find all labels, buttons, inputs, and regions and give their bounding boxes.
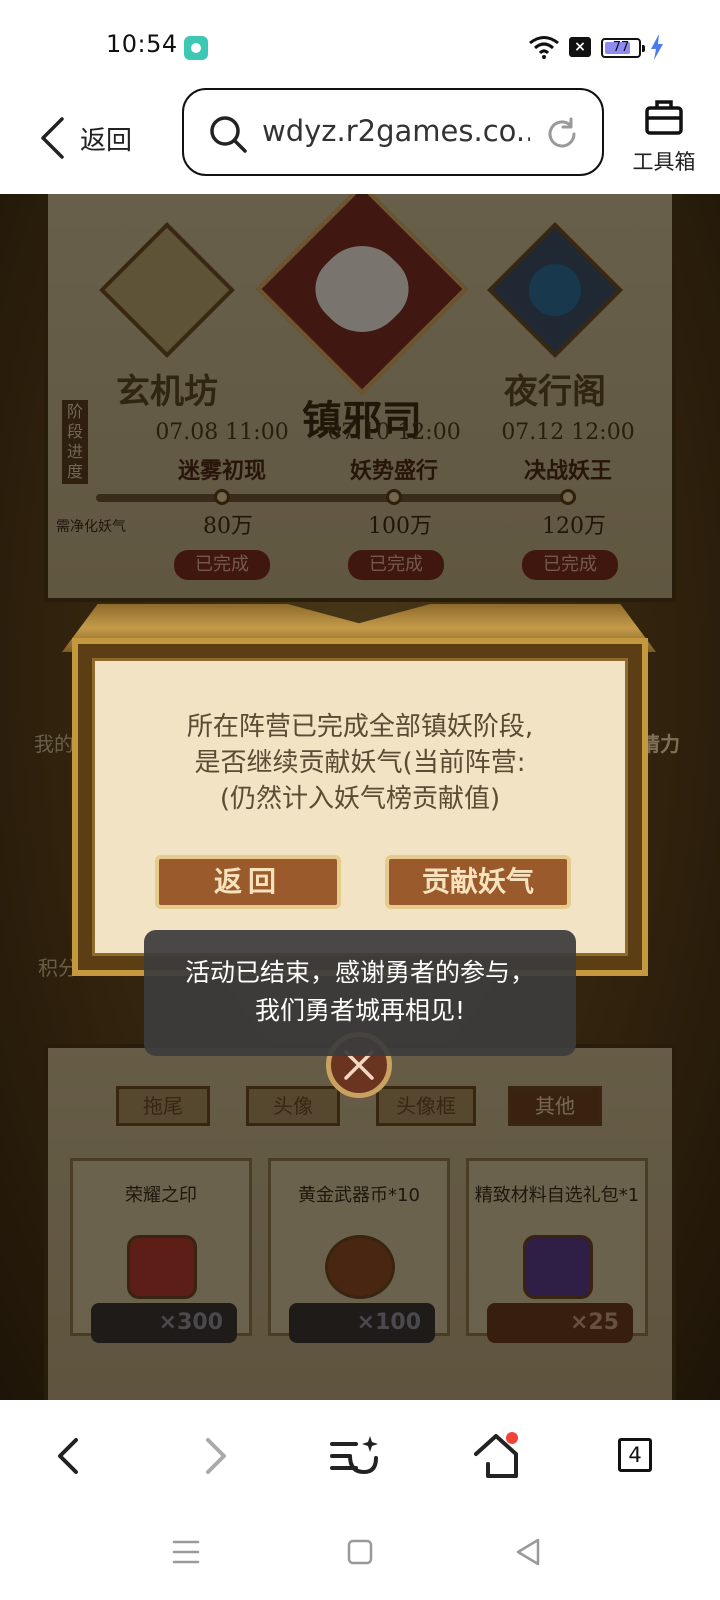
- menu-sparkle-icon: [330, 1436, 378, 1475]
- system-nav-bar: [0, 1512, 720, 1600]
- nav-tabs-button[interactable]: 4: [608, 1428, 664, 1484]
- back-arrow-icon: [58, 1438, 78, 1474]
- notification-dot: [506, 1432, 518, 1444]
- status-bar: 10:54 × 77: [0, 0, 720, 90]
- wifi-icon: [529, 36, 559, 59]
- toolbox-button[interactable]: 工具箱: [624, 98, 704, 176]
- dialog-body: 所在阵营已完成全部镇妖阶段, 是否继续贡献妖气(当前阵营: (仍然计入妖气榜贡献…: [92, 658, 628, 956]
- toolbox-icon: [645, 100, 683, 135]
- dialog-line: 是否继续贡献妖气(当前阵营:: [194, 748, 526, 778]
- battery-icon: 77: [601, 38, 645, 58]
- reload-icon[interactable]: [544, 116, 580, 152]
- app-notification-icon: [184, 36, 208, 60]
- battery-level: 77: [612, 40, 630, 55]
- x-notification-icon: ×: [569, 37, 591, 57]
- back-triangle-icon: [516, 1538, 540, 1566]
- game-viewport: 玄机坊 镇邪司 夜行阁 阶段进度 需净化妖气 07.08 11:00 迷雾初现 …: [0, 194, 720, 1400]
- browser-bottom-nav: 4: [0, 1400, 720, 1512]
- nav-menu-button[interactable]: [326, 1428, 382, 1484]
- charging-icon: [651, 34, 663, 60]
- dialog-line: 所在阵营已完成全部镇妖阶段,: [186, 712, 534, 742]
- search-icon: [210, 116, 247, 153]
- toolbox-label: 工具箱: [632, 150, 696, 174]
- status-time: 10:54: [106, 30, 178, 58]
- chevron-left-icon: [41, 117, 64, 159]
- address-bar[interactable]: wdyz.r2games.co...: [182, 88, 604, 176]
- recent-apps-icon: [172, 1540, 200, 1564]
- system-home-button[interactable]: [340, 1532, 380, 1572]
- back-button[interactable]: 返回: [38, 112, 132, 164]
- toast-message: 活动已结束，感谢勇者的参与， 我们勇者城再相见!: [144, 930, 576, 1056]
- dialog-line: (仍然计入妖气榜贡献值): [219, 784, 501, 814]
- home-square-icon: [347, 1539, 373, 1565]
- toast-line: 我们勇者城再相见!: [254, 996, 466, 1025]
- forward-arrow-icon: [206, 1438, 226, 1474]
- nav-forward-button[interactable]: [186, 1428, 242, 1484]
- toast-line: 活动已结束，感谢勇者的参与，: [184, 958, 535, 987]
- system-back-button[interactable]: [508, 1532, 548, 1572]
- back-label: 返回: [80, 125, 133, 156]
- contribute-button[interactable]: 贡献妖气: [385, 855, 571, 909]
- dialog-back-button[interactable]: 返回: [155, 855, 341, 909]
- confirm-dialog: 所在阵营已完成全部镇妖阶段, 是否继续贡献妖气(当前阵营: (仍然计入妖气榜贡献…: [72, 638, 648, 976]
- url-text: wdyz.r2games.co...: [262, 114, 530, 148]
- browser-top-bar: 返回 wdyz.r2games.co... 工具箱: [0, 86, 720, 194]
- nav-home-button[interactable]: [468, 1428, 524, 1484]
- nav-back-button[interactable]: [42, 1428, 98, 1484]
- dialog-message: 所在阵营已完成全部镇妖阶段, 是否继续贡献妖气(当前阵营: (仍然计入妖气榜贡献…: [95, 709, 625, 817]
- recent-apps-button[interactable]: [166, 1532, 206, 1572]
- tabs-icon: 4: [618, 1438, 652, 1472]
